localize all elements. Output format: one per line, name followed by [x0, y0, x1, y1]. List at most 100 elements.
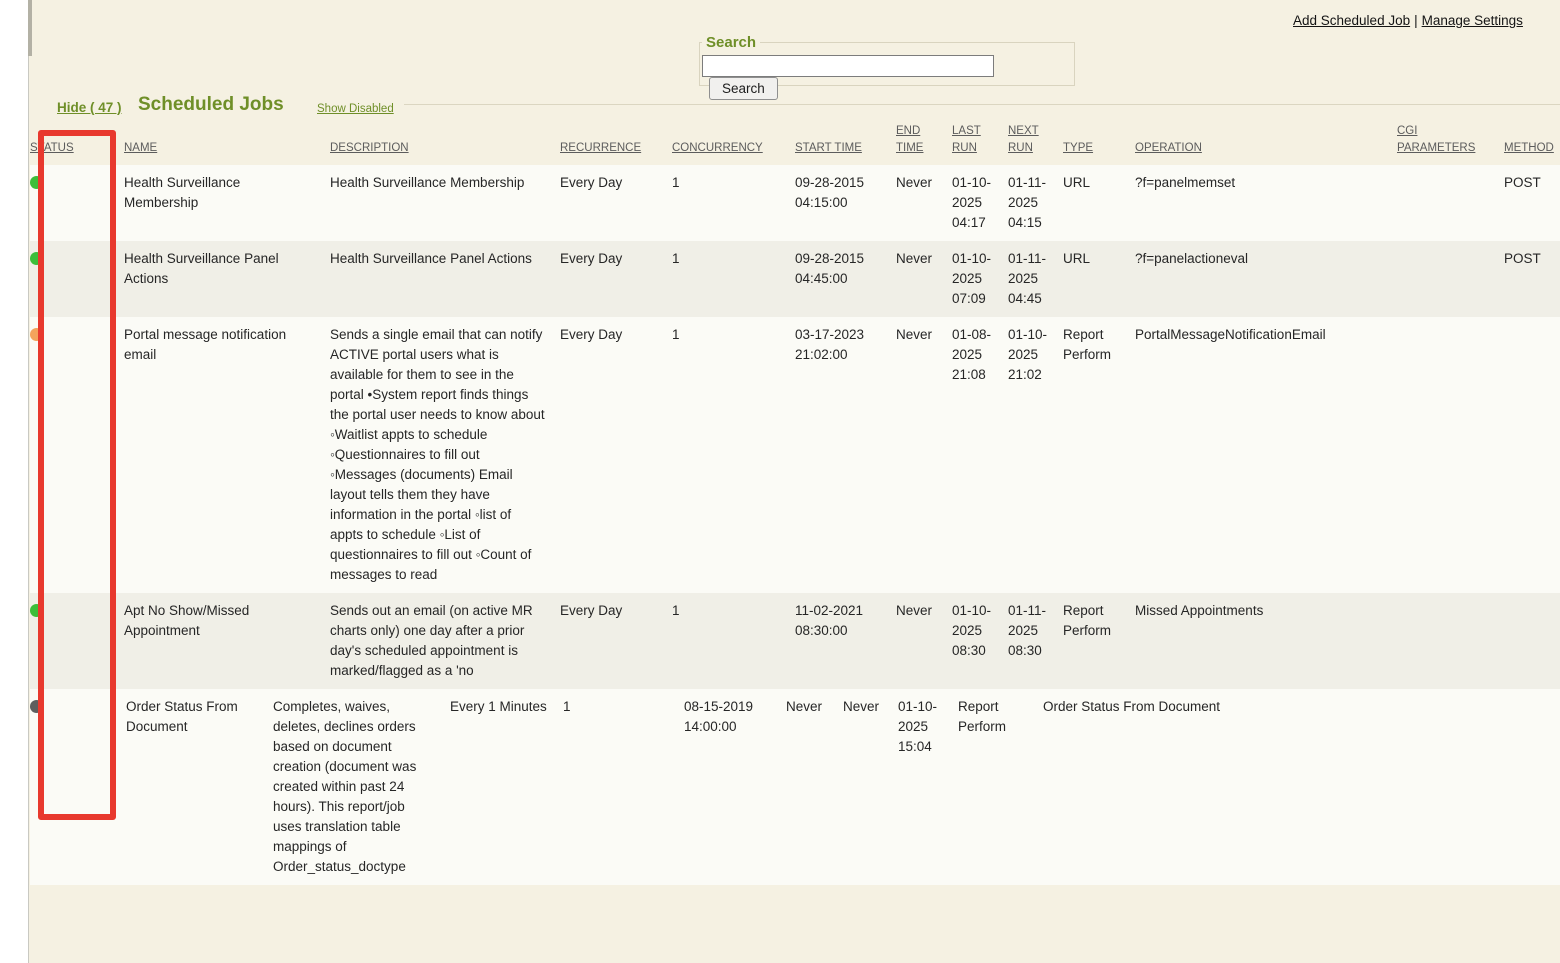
job-type: URL: [1063, 241, 1135, 317]
table-row[interactable]: Apt No Show/Missed Appointment Sends out…: [30, 593, 1560, 689]
job-next-run: 01-11-2025 04:45: [1008, 241, 1063, 317]
link-separator: |: [1410, 13, 1422, 28]
job-operation: ?f=panelmemset: [1135, 165, 1397, 241]
job-next-run: 01-11-2025 08:30: [1008, 593, 1063, 689]
job-cgi-parameters: [1397, 241, 1504, 317]
job-description: Sends out an email (on active MR charts …: [330, 593, 560, 689]
column-header-end-time[interactable]: END TIME: [896, 125, 923, 154]
job-last-run: 01-10-2025 08:30: [952, 593, 1008, 689]
hide-count-link[interactable]: Hide ( 47 ): [57, 100, 122, 115]
job-name: Apt No Show/Missed Appointment: [124, 593, 330, 689]
job-operation: Missed Appointments: [1135, 593, 1397, 689]
job-recurrence: Every 1 Minutes: [450, 689, 563, 885]
job-recurrence: Every Day: [560, 593, 672, 689]
job-operation: PortalMessageNotificationEmail: [1135, 317, 1397, 593]
job-name: Order Status From Document: [126, 689, 273, 885]
job-recurrence: Every Day: [560, 317, 672, 593]
column-header-concurrency[interactable]: CONCURRENCY: [672, 142, 763, 154]
table-header-row: STATUS NAME DESCRIPTION RECURRENCE CONCU…: [30, 122, 1560, 165]
column-header-name[interactable]: NAME: [124, 142, 157, 154]
job-start-time: 03-17-2023 21:02:00: [795, 317, 896, 593]
job-end-time: Never: [896, 317, 952, 593]
job-last-run: 01-08-2025 21:08: [952, 317, 1008, 593]
column-header-recurrence[interactable]: RECURRENCE: [560, 142, 641, 154]
job-cgi-parameters: [1397, 317, 1504, 593]
job-start-time: 09-28-2015 04:15:00: [795, 165, 896, 241]
table-row[interactable]: Order Status From Document Completes, wa…: [30, 689, 1560, 885]
show-disabled-link[interactable]: Show Disabled: [317, 103, 394, 115]
panel-resize-handle[interactable]: [28, 0, 32, 56]
job-recurrence: Every Day: [560, 241, 672, 317]
scheduled-jobs-page: Add Scheduled Job|Manage Settings Search…: [0, 0, 1560, 963]
job-next-run: 01-11-2025 04:15: [1008, 165, 1063, 241]
column-header-start-time[interactable]: START TIME: [795, 142, 862, 154]
job-type: URL: [1063, 165, 1135, 241]
status-dot: [30, 252, 43, 265]
job-concurrency: 1: [672, 165, 795, 241]
topbar-links: Add Scheduled Job|Manage Settings: [1293, 13, 1523, 28]
scheduled-jobs-table: STATUS NAME DESCRIPTION RECURRENCE CONCU…: [30, 122, 1560, 885]
job-method: [1503, 689, 1560, 885]
job-start-time: 09-28-2015 04:45:00: [795, 241, 896, 317]
job-concurrency: 1: [672, 593, 795, 689]
search-fieldset: Search Search: [699, 34, 1075, 86]
table-row[interactable]: Health Surveillance Membership Health Su…: [30, 165, 1560, 241]
job-concurrency: 1: [672, 241, 795, 317]
job-method: [1504, 317, 1560, 593]
job-operation: ?f=panelactioneval: [1135, 241, 1397, 317]
search-button[interactable]: Search: [709, 77, 778, 100]
job-name: Health Surveillance Membership: [124, 165, 330, 241]
column-header-description[interactable]: DESCRIPTION: [330, 142, 409, 154]
job-end-time: Never: [896, 165, 952, 241]
job-type: Report Perform: [1063, 317, 1135, 593]
job-concurrency: 1: [672, 317, 795, 593]
job-start-time: 08-15-2019 14:00:00: [684, 689, 786, 885]
search-legend: Search: [702, 34, 760, 51]
page-title: Scheduled Jobs: [138, 94, 284, 116]
job-description: Health Surveillance Panel Actions: [330, 241, 560, 317]
section-divider: [404, 104, 1560, 105]
job-concurrency: 1: [563, 689, 684, 885]
column-header-type[interactable]: TYPE: [1063, 142, 1093, 154]
column-header-next-run[interactable]: NEXT RUN: [1008, 125, 1039, 154]
job-end-time: Never: [786, 689, 843, 885]
job-method: [1504, 593, 1560, 689]
table-row[interactable]: Portal message notification email Sends …: [30, 317, 1560, 593]
column-header-last-run[interactable]: LAST RUN: [952, 125, 981, 154]
job-description: Completes, waives, deletes, declines ord…: [273, 689, 450, 885]
column-header-cgi-parameters[interactable]: CGI PARAMETERS: [1397, 125, 1475, 154]
column-header-status[interactable]: STATUS: [30, 142, 74, 154]
jobs-table-last-row: Order Status From Document Completes, wa…: [30, 689, 1560, 885]
job-last-run: 01-10-2025 04:17: [952, 165, 1008, 241]
job-last-run: Never: [843, 689, 898, 885]
job-recurrence: Every Day: [560, 165, 672, 241]
search-input[interactable]: [702, 55, 994, 77]
job-cgi-parameters: [1397, 593, 1504, 689]
status-dot: [30, 604, 43, 617]
left-panel-strip: [0, 0, 29, 963]
job-method: POST: [1504, 241, 1560, 317]
status-dot: [30, 700, 43, 713]
job-description: Health Surveillance Membership: [330, 165, 560, 241]
table-row[interactable]: Health Surveillance Panel Actions Health…: [30, 241, 1560, 317]
job-type: Report Perform: [958, 689, 1043, 885]
jobs-table-main: STATUS NAME DESCRIPTION RECURRENCE CONCU…: [30, 122, 1560, 689]
status-dot: [30, 328, 43, 341]
job-end-time: Never: [896, 593, 952, 689]
job-last-run: 01-10-2025 07:09: [952, 241, 1008, 317]
job-description: Sends a single email that can notify ACT…: [330, 317, 560, 593]
job-operation: Order Status From Document: [1043, 689, 1343, 885]
column-header-method[interactable]: METHOD: [1504, 142, 1554, 154]
add-scheduled-job-link[interactable]: Add Scheduled Job: [1293, 13, 1410, 28]
job-method: POST: [1504, 165, 1560, 241]
job-start-time: 11-02-2021 08:30:00: [795, 593, 896, 689]
job-name: Portal message notification email: [124, 317, 330, 593]
job-next-run: 01-10-2025 21:02: [1008, 317, 1063, 593]
status-dot: [30, 176, 43, 189]
job-next-run: 01-10-2025 15:04: [898, 689, 958, 885]
job-end-time: Never: [896, 241, 952, 317]
column-header-operation[interactable]: OPERATION: [1135, 142, 1202, 154]
job-type: Report Perform: [1063, 593, 1135, 689]
job-name: Health Surveillance Panel Actions: [124, 241, 330, 317]
manage-settings-link[interactable]: Manage Settings: [1422, 13, 1523, 28]
